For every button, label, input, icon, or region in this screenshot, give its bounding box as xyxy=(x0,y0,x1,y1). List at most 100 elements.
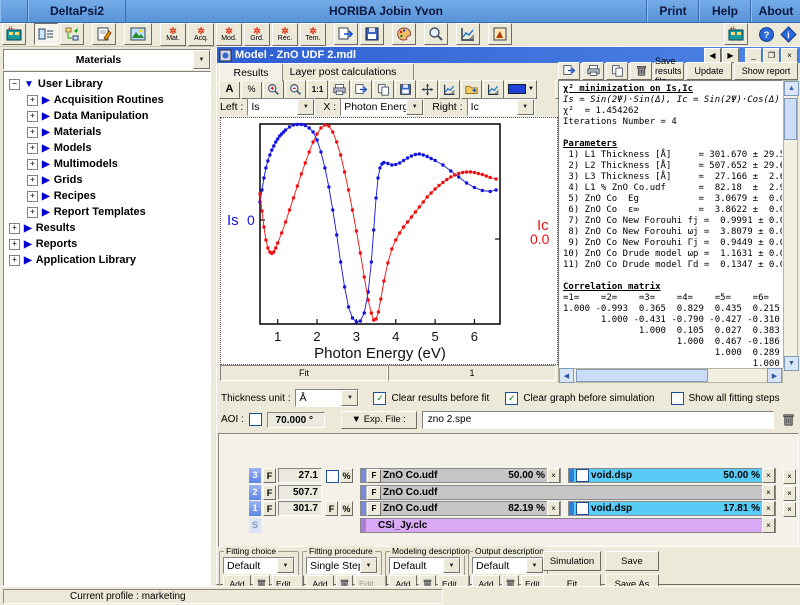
expand-icon[interactable]: + xyxy=(27,159,38,170)
expand-icon[interactable]: + xyxy=(27,127,38,138)
remove-layer-button[interactable]: × xyxy=(783,469,796,484)
scroll-thumb[interactable] xyxy=(784,98,797,140)
show-steps-checkbox[interactable] xyxy=(671,392,684,405)
nav-prev-button[interactable]: ◀ xyxy=(704,48,721,63)
update-button[interactable]: Update xyxy=(686,62,732,80)
chevron-down-icon[interactable]: ▼ xyxy=(193,50,210,69)
curve-color-button[interactable]: ▼ xyxy=(505,80,537,99)
new-model-button[interactable]: ✲Mod. xyxy=(216,23,242,46)
expand-icon[interactable]: + xyxy=(27,191,38,202)
layer3-material-2[interactable]: void.dsp 50.00 % × xyxy=(568,468,776,483)
material-fit-toggle[interactable]: F xyxy=(367,486,381,500)
clear-results-checkbox[interactable]: ✓ xyxy=(373,392,386,405)
layer3-fit-toggle[interactable]: F xyxy=(263,468,276,483)
x-axis-select[interactable]: Photon Energy▼ xyxy=(340,98,424,116)
right-axis-select[interactable]: Ic▼ xyxy=(467,98,535,116)
expand-icon[interactable]: + xyxy=(27,175,38,186)
material-fit-toggle[interactable]: F xyxy=(367,469,381,483)
substrate-material[interactable]: CSi_Jy.clc × xyxy=(360,518,776,533)
help-button[interactable] xyxy=(756,24,776,44)
void-checkbox[interactable] xyxy=(576,502,589,515)
library-selector[interactable]: Materials ▼ xyxy=(3,49,211,70)
tree-item-multimodels[interactable]: +▶Multimodels xyxy=(4,156,210,172)
tree-item-data-manipulation[interactable]: +▶Data Manipulation xyxy=(4,108,210,124)
chart-mode-button[interactable] xyxy=(439,80,460,99)
one-to-one-button[interactable]: 1:1 xyxy=(307,80,328,99)
tree-item-user-library[interactable]: −▼User Library xyxy=(4,76,210,92)
layer1-pct-button[interactable]: % xyxy=(340,501,353,516)
menu-print[interactable]: Print xyxy=(647,0,699,22)
layer1-material-2[interactable]: void.dsp 17.81 % × xyxy=(568,501,776,516)
new-grid-button[interactable]: ✲Grd. xyxy=(244,23,270,46)
remove-material-button[interactable]: × xyxy=(762,501,775,516)
layer3-material-1[interactable]: F ZnO Co.udf 50.00 % × xyxy=(360,468,561,483)
expand-icon[interactable]: + xyxy=(27,95,38,106)
tree-item-report-templates[interactable]: +▶Report Templates xyxy=(4,204,210,220)
export-results-button[interactable] xyxy=(558,62,580,80)
tree-item-reports[interactable]: +▶Reports xyxy=(4,236,210,252)
edit-document-button[interactable] xyxy=(92,23,116,45)
scroll-right-icon[interactable]: ▶ xyxy=(767,368,782,383)
layer1-material-1[interactable]: F ZnO Co.udf 82.19 % × xyxy=(360,501,561,516)
simulation-button[interactable]: Simulation xyxy=(543,551,601,571)
tree-item-recipes[interactable]: +▶Recipes xyxy=(4,188,210,204)
save-graph-button[interactable] xyxy=(395,80,416,99)
picture-button[interactable] xyxy=(488,23,512,45)
void-checkbox[interactable] xyxy=(576,469,589,482)
aoi-value-field[interactable]: 70.000 ° xyxy=(267,412,325,428)
show-report-button[interactable]: Show report xyxy=(734,62,798,80)
remove-layer-button[interactable]: × xyxy=(783,502,796,517)
expand-icon[interactable]: + xyxy=(9,223,20,234)
tree-item-materials[interactable]: +▶Materials xyxy=(4,124,210,140)
calculator-button-2[interactable] xyxy=(724,23,748,45)
print-results-button[interactable] xyxy=(582,62,604,80)
expand-icon[interactable]: + xyxy=(9,255,20,266)
export-button[interactable] xyxy=(334,23,358,45)
tree-item-grids[interactable]: +▶Grids xyxy=(4,172,210,188)
clear-graph-checkbox[interactable]: ✓ xyxy=(505,392,518,405)
open-data-button[interactable] xyxy=(461,80,482,99)
results-horizontal-scrollbar[interactable]: ◀ ▶ xyxy=(558,368,783,383)
fitting-procedure-select[interactable]: Single Step▼ xyxy=(306,557,378,574)
results-vertical-scrollbar[interactable]: ▲ ▼ xyxy=(783,80,798,368)
delete-exp-file-button[interactable] xyxy=(779,411,797,428)
layer1-thickness-field[interactable]: 301.7 xyxy=(278,501,322,516)
image-view-button[interactable] xyxy=(124,23,152,45)
layer2-thickness-field[interactable]: 507.7 xyxy=(278,485,322,500)
spectra-chart[interactable]: 123456Photon Energy (eV)Is0Ic0.0 xyxy=(220,117,558,365)
new-material-button[interactable]: ✲Mat. xyxy=(160,23,186,46)
fit-results-panel[interactable]: χ² minimization on Is,Ic Is = Sin(2Ψ)·Si… xyxy=(558,80,783,368)
exp-file-field[interactable]: zno 2.spe xyxy=(422,411,774,429)
exp-file-button[interactable]: ▼ Exp. File : xyxy=(341,411,417,429)
remove-material-button[interactable]: × xyxy=(547,501,560,516)
close-button[interactable]: × xyxy=(781,48,798,63)
thickness-unit-select[interactable]: Å▼ xyxy=(295,389,359,407)
chart-tool-button[interactable] xyxy=(456,23,480,45)
remove-material-button[interactable]: × xyxy=(762,518,775,533)
tree-item-application-library[interactable]: +▶Application Library xyxy=(4,252,210,268)
new-acquisition-button[interactable]: ✲Acq. xyxy=(188,23,214,46)
export-graph-button[interactable] xyxy=(351,80,372,99)
scroll-down-icon[interactable]: ▼ xyxy=(784,356,799,371)
scroll-up-icon[interactable]: ▲ xyxy=(784,81,799,96)
save-results-file-button[interactable]: Save results file xyxy=(654,62,684,80)
expand-icon[interactable]: + xyxy=(27,111,38,122)
layer1-fit-toggle-2[interactable]: F xyxy=(325,501,338,516)
print-graph-button[interactable] xyxy=(329,80,350,99)
scroll-left-icon[interactable]: ◀ xyxy=(559,368,574,383)
copy-results-button[interactable] xyxy=(606,62,628,80)
save-all-button[interactable] xyxy=(360,23,384,45)
font-button[interactable]: A xyxy=(219,80,240,99)
expand-icon[interactable]: + xyxy=(27,143,38,154)
zoom-out-button[interactable] xyxy=(285,80,306,99)
collapse-icon[interactable]: − xyxy=(9,79,20,90)
palette-button[interactable] xyxy=(392,23,416,45)
nav-next-button[interactable]: ▶ xyxy=(722,48,739,63)
new-template-button[interactable]: ✲Tem. xyxy=(300,23,326,46)
crosshair-button[interactable] xyxy=(417,80,438,99)
search-button[interactable] xyxy=(424,23,448,45)
hierarchy-view-button[interactable] xyxy=(60,23,84,45)
layer3-thickness-field[interactable]: 27.1 xyxy=(278,468,322,483)
menu-about[interactable]: About xyxy=(751,0,800,22)
zoom-in-button[interactable] xyxy=(263,80,284,99)
